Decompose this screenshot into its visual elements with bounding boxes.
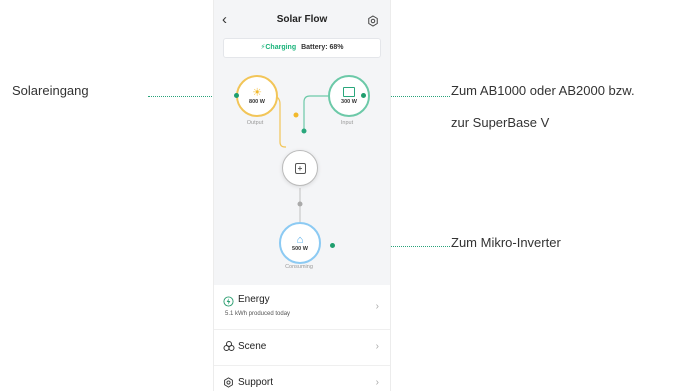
input-value: 300 W [341,99,357,105]
scene-icon [223,339,235,357]
annotation-solar-input: Solareingang [12,83,89,98]
consuming-value: 500 W [292,246,308,252]
support-icon [223,375,234,391]
input-label: Input [340,120,354,126]
home-icon: ⌂ [296,234,304,246]
energy-flow-diagram: ☀ 800 W Output 300 W Input + ⌂ 500 W Con… [214,70,390,285]
energy-icon [223,294,234,312]
charging-status: ⚡Charging [260,44,297,51]
annotation-battery-target-line2: zur SuperBase V [451,115,550,130]
annotation-battery-target-line1: Zum AB1000 oder AB2000 bzw. [451,83,635,98]
hub-node[interactable]: + [282,150,318,186]
phone-screen: ‹ Solar Flow ⚡Charging Battery: 68% ☀ 800… [213,0,391,391]
menu-list: Energy 5.1 kWh produced today › Scene › … [214,285,390,391]
menu-item-energy[interactable]: Energy 5.1 kWh produced today › [214,285,390,330]
gear-icon[interactable] [367,14,379,32]
menu-label-support: Support [238,377,274,388]
anchor-dot-battery [361,93,366,98]
menu-item-scene[interactable]: Scene › [214,330,390,366]
header: ‹ Solar Flow [214,10,390,32]
battery-icon [343,87,355,97]
anchor-dot-inverter [330,243,335,248]
chevron-right-icon: › [375,341,379,352]
chevron-right-icon: › [375,377,379,388]
menu-label-scene: Scene [238,341,267,352]
output-node[interactable]: ☀ 800 W [236,75,278,117]
consuming-label: Consuming [285,264,313,270]
output-value: 800 W [249,99,265,105]
chevron-right-icon: › [375,301,379,312]
hub-device-icon: + [294,162,306,174]
consuming-node[interactable]: ⌂ 500 W [279,222,321,264]
page-title: Solar Flow [276,14,328,25]
menu-item-support[interactable]: Support › [214,366,390,391]
status-bar: ⚡Charging Battery: 68% [223,38,381,58]
output-label: Output [246,120,264,126]
anchor-dot-solar [234,93,239,98]
annotation-micro-inverter: Zum Mikro-Inverter [451,235,561,250]
energy-produced-today: 5.1 kWh produced today [225,311,291,317]
battery-level: Battery: 68% [301,44,344,51]
menu-label-energy: Energy [238,294,270,305]
solar-panel-icon: ☀ [252,87,262,99]
